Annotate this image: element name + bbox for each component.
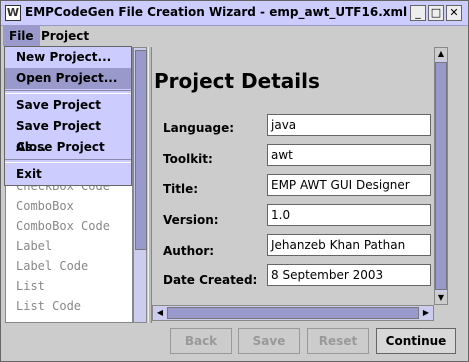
minimize-button[interactable]: _ [410, 5, 426, 21]
page-title: Project Details [154, 69, 320, 93]
menu-bar: File Project [1, 26, 468, 46]
toolkit-field[interactable]: awt [267, 144, 431, 166]
menu-separator [5, 159, 131, 163]
scroll-up-arrow-icon[interactable]: ▲ [435, 48, 447, 60]
toolkit-label: Toolkit: [163, 152, 213, 166]
left-scroll-thumb[interactable] [135, 50, 147, 250]
list-item[interactable]: ComboBox Code [16, 219, 110, 233]
continue-button[interactable]: Continue [376, 328, 456, 354]
menu-item-open-project[interactable]: Open Project... [5, 68, 131, 89]
list-item[interactable]: Label Code [16, 259, 88, 273]
title-field[interactable]: EMP AWT GUI Designer [267, 174, 431, 196]
app-icon[interactable]: W [5, 5, 21, 21]
horizontal-scrollbar[interactable]: ◀ ▶ [152, 305, 434, 321]
list-item[interactable]: List [16, 279, 45, 293]
left-vertical-scrollbar[interactable] [133, 47, 147, 323]
right-panel: Project Details Language: java Toolkit: … [152, 47, 460, 323]
title-label: Title: [163, 182, 199, 196]
scroll-right-arrow-icon[interactable]: ▶ [420, 307, 432, 319]
project-details-panel: Project Details Language: java Toolkit: … [152, 47, 442, 305]
list-item[interactable]: ComboBox [16, 199, 74, 213]
date-created-label: Date Created: [163, 273, 258, 287]
right-scroll-thumb[interactable] [435, 62, 447, 290]
file-menu-dropdown: New Project... Open Project... Save Proj… [4, 46, 132, 186]
version-field[interactable]: 1.0 [267, 204, 431, 226]
language-label: Language: [163, 121, 235, 135]
right-vertical-scrollbar[interactable]: ▲ ▼ [434, 47, 448, 305]
title-bar[interactable]: W EMPCodeGen File Creation Wizard - emp_… [1, 1, 468, 26]
close-button[interactable]: ✕ [446, 5, 462, 21]
scroll-left-arrow-icon[interactable]: ◀ [154, 307, 166, 319]
menu-item-save-project[interactable]: Save Project [5, 95, 131, 116]
menu-project[interactable]: Project [35, 26, 95, 46]
menu-item-exit[interactable]: Exit [5, 164, 131, 185]
menu-item-save-project-as[interactable]: Save Project As... [5, 116, 131, 154]
author-label: Author: [163, 244, 215, 258]
language-field[interactable]: java [267, 114, 431, 136]
list-item[interactable]: List Code [16, 299, 81, 313]
date-created-field[interactable]: 8 September 2003 [267, 264, 431, 286]
list-item[interactable]: Label [16, 239, 52, 253]
menu-separator [5, 90, 131, 94]
menu-item-new-project[interactable]: New Project... [5, 47, 131, 68]
reset-button[interactable]: Reset [307, 328, 369, 354]
horizontal-scroll-thumb[interactable] [167, 307, 419, 319]
author-field[interactable]: Jehanzeb Khan Pathan [267, 234, 431, 256]
back-button[interactable]: Back [170, 328, 232, 354]
window-title: EMPCodeGen File Creation Wizard - emp_aw… [25, 5, 408, 19]
menu-item-close-project[interactable]: Close Project [5, 137, 131, 158]
maximize-button[interactable]: □ [428, 5, 444, 21]
version-label: Version: [163, 213, 219, 227]
save-button[interactable]: Save [238, 328, 300, 354]
main-window: W EMPCodeGen File Creation Wizard - emp_… [0, 0, 469, 362]
scroll-down-arrow-icon[interactable]: ▼ [435, 292, 447, 304]
